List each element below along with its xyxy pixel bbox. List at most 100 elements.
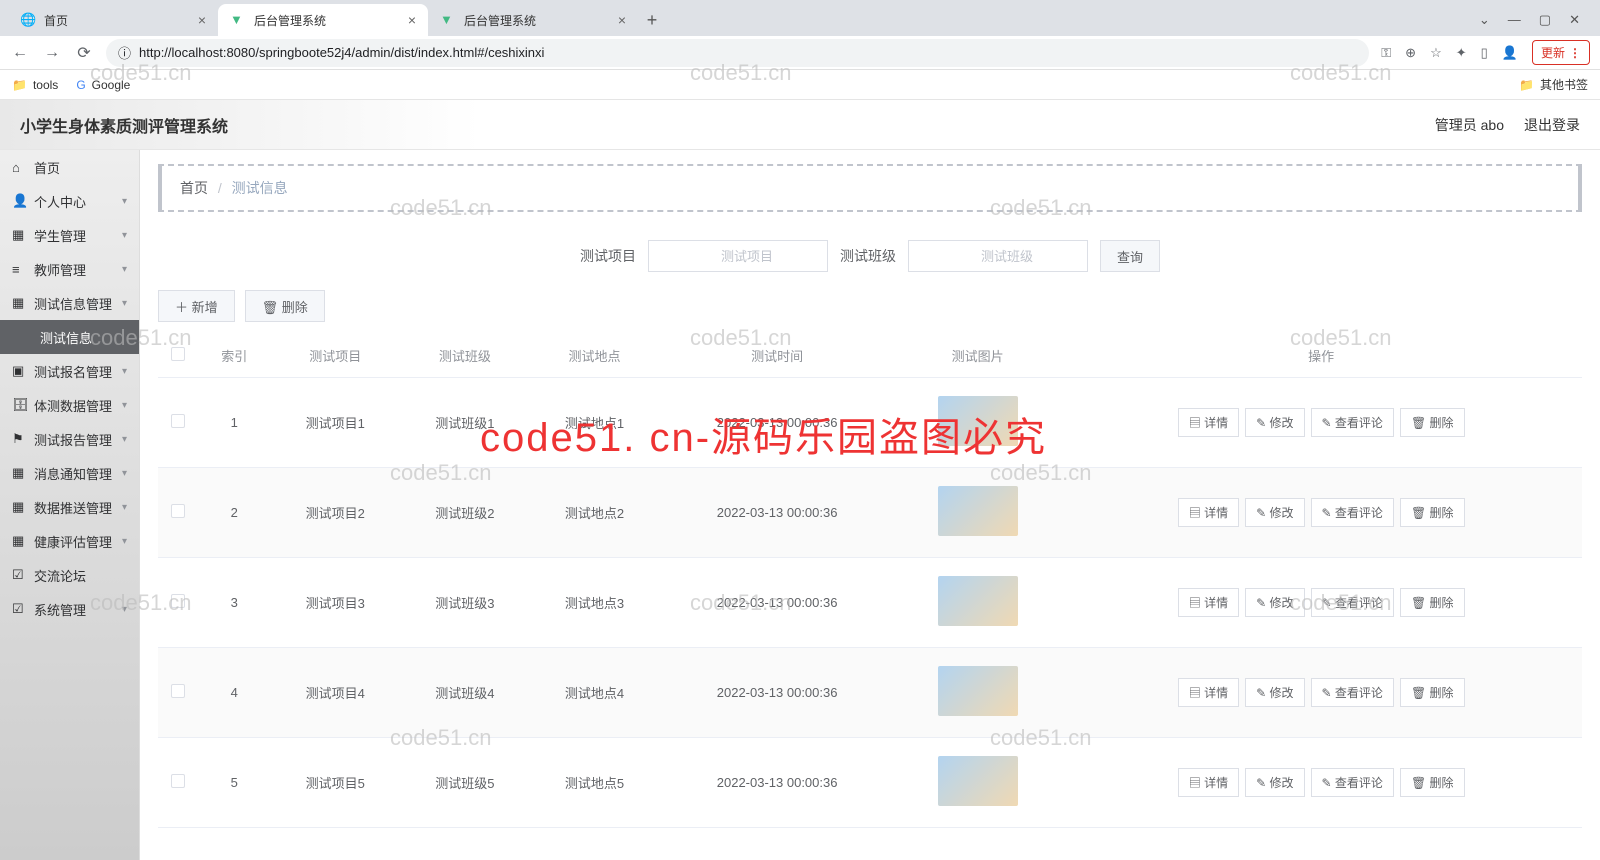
bookmark-other[interactable]: 📁其他书签: [1519, 76, 1588, 93]
sidebar-item[interactable]: ≡教师管理▾: [0, 252, 139, 286]
sidebar-item[interactable]: ▣测试报名管理▾: [0, 354, 139, 388]
checkbox[interactable]: [171, 774, 185, 788]
sidebar-item[interactable]: ▦消息通知管理▾: [0, 456, 139, 490]
row-delete-button[interactable]: 🗑 删除: [1400, 588, 1465, 617]
cell-index: 2: [198, 468, 270, 558]
sidebar-item[interactable]: ▦健康评估管理▾: [0, 524, 139, 558]
sidebar-item-label: 交流论坛: [34, 566, 86, 585]
detail-button[interactable]: ▤ 详情: [1178, 678, 1239, 707]
logout-button[interactable]: 退出登录: [1524, 115, 1580, 135]
search-button[interactable]: 查询: [1100, 240, 1160, 272]
minimize-icon[interactable]: —: [1508, 12, 1521, 28]
table-header: 测试时间: [659, 334, 895, 378]
tab-close-icon[interactable]: ×: [198, 12, 206, 28]
sidebar-item[interactable]: ⌂首页: [0, 150, 139, 184]
edit-button[interactable]: ✎ 修改: [1245, 768, 1304, 797]
url-input[interactable]: ⓘ http://localhost:8080/springboote52j4/…: [106, 39, 1369, 67]
checkbox[interactable]: [171, 414, 185, 428]
panel-icon[interactable]: ▯: [1481, 45, 1488, 61]
sidebar-item[interactable]: 🗄体测数据管理▾: [0, 388, 139, 422]
row-delete-button[interactable]: 🗑 删除: [1400, 768, 1465, 797]
comment-button[interactable]: ✎ 查看评论: [1311, 408, 1394, 437]
comment-button[interactable]: ✎ 查看评论: [1311, 768, 1394, 797]
detail-button[interactable]: ▤ 详情: [1178, 768, 1239, 797]
bookmark-google[interactable]: GGoogle: [76, 78, 130, 92]
chevron-down-icon: ▾: [122, 536, 127, 547]
cell-location: 测试地点3: [530, 558, 660, 648]
detail-button[interactable]: ▤ 详情: [1178, 408, 1239, 437]
search-label-project: 测试项目: [580, 246, 636, 266]
update-button[interactable]: 更新 ⋮: [1532, 40, 1590, 65]
row-delete-button[interactable]: 🗑 删除: [1400, 498, 1465, 527]
add-button[interactable]: ＋ 新增: [158, 290, 235, 322]
row-delete-button[interactable]: 🗑 删除: [1400, 678, 1465, 707]
sidebar-item[interactable]: ☑系统管理▾: [0, 592, 139, 626]
chevron-down-icon: ▾: [122, 264, 127, 275]
tab-close-icon[interactable]: ×: [408, 12, 416, 28]
row-delete-button[interactable]: 🗑 删除: [1400, 408, 1465, 437]
table-row: 2测试项目2测试班级2测试地点22022-03-13 00:00:36▤ 详情✎…: [158, 468, 1582, 558]
info-icon: ⓘ: [118, 43, 131, 62]
search-input-class[interactable]: [908, 240, 1088, 272]
table-row: 4测试项目4测试班级4测试地点42022-03-13 00:00:36▤ 详情✎…: [158, 648, 1582, 738]
star-icon[interactable]: ☆: [1430, 45, 1442, 61]
chevron-down-icon: ▾: [122, 502, 127, 513]
cell-project: 测试项目5: [270, 738, 400, 828]
sidebar-item[interactable]: ☑交流论坛: [0, 558, 139, 592]
cell-time: 2022-03-13 00:00:36: [659, 378, 895, 468]
breadcrumb-home[interactable]: 首页: [180, 180, 208, 196]
browser-tab-active[interactable]: ▼ 后台管理系统 ×: [218, 4, 428, 36]
user-label[interactable]: 管理员 abo: [1435, 115, 1504, 135]
comment-button[interactable]: ✎ 查看评论: [1311, 588, 1394, 617]
toolbar: ＋ 新增 🗑 删除: [158, 290, 1582, 322]
comment-button[interactable]: ✎ 查看评论: [1311, 678, 1394, 707]
profile-icon[interactable]: 👤: [1502, 45, 1518, 61]
checkbox[interactable]: [171, 594, 185, 608]
comment-button[interactable]: ✎ 查看评论: [1311, 498, 1394, 527]
chevron-down-icon: ▾: [122, 604, 127, 615]
cell-location: 测试地点4: [530, 648, 660, 738]
search-input-project[interactable]: [648, 240, 828, 272]
sidebar-item[interactable]: 👤个人中心▾: [0, 184, 139, 218]
new-tab-button[interactable]: +: [638, 10, 666, 31]
browser-tab[interactable]: 🌐 首页 ×: [8, 4, 218, 36]
browser-tab[interactable]: ▼ 后台管理系统 ×: [428, 4, 638, 36]
tab-close-icon[interactable]: ×: [618, 12, 626, 28]
checkbox-all[interactable]: [171, 347, 185, 361]
cell-class: 测试班级1: [400, 378, 530, 468]
checkbox[interactable]: [171, 684, 185, 698]
edit-button[interactable]: ✎ 修改: [1245, 588, 1304, 617]
reload-icon[interactable]: ⟳: [74, 43, 94, 63]
chevron-down-icon: ▾: [122, 468, 127, 479]
edit-button[interactable]: ✎ 修改: [1245, 678, 1304, 707]
sidebar-item[interactable]: ▦测试信息管理▾: [0, 286, 139, 320]
bookmark-tools[interactable]: 📁tools: [12, 78, 58, 92]
extensions-icon[interactable]: ✦: [1456, 45, 1467, 61]
back-icon[interactable]: ←: [10, 44, 30, 62]
checkbox[interactable]: [171, 504, 185, 518]
search-label-class: 测试班级: [840, 246, 896, 266]
key-icon[interactable]: ⚿: [1381, 45, 1391, 61]
detail-button[interactable]: ▤ 详情: [1178, 588, 1239, 617]
edit-button[interactable]: ✎ 修改: [1245, 498, 1304, 527]
chevron-down-icon[interactable]: ⌄: [1479, 12, 1490, 28]
translate-icon[interactable]: ⊕: [1405, 45, 1416, 61]
detail-button[interactable]: ▤ 详情: [1178, 498, 1239, 527]
sidebar-item[interactable]: ⚑测试报告管理▾: [0, 422, 139, 456]
menu-icon: ▦: [12, 533, 26, 549]
forward-icon[interactable]: →: [42, 44, 62, 62]
cell-time: 2022-03-13 00:00:36: [659, 468, 895, 558]
thumbnail-icon: [938, 396, 1018, 446]
maximize-icon[interactable]: ▢: [1539, 12, 1551, 28]
cell-index: 4: [198, 648, 270, 738]
delete-button[interactable]: 🗑 删除: [245, 290, 325, 322]
edit-button[interactable]: ✎ 修改: [1245, 408, 1304, 437]
cell-class: 测试班级2: [400, 468, 530, 558]
sidebar-item[interactable]: ▦数据推送管理▾: [0, 490, 139, 524]
tab-favicon-icon: ▼: [440, 12, 456, 28]
chevron-down-icon: ▾: [122, 434, 127, 445]
sidebar-item[interactable]: 测试信息: [0, 320, 139, 354]
cell-time: 2022-03-13 00:00:36: [659, 738, 895, 828]
sidebar-item[interactable]: ▦学生管理▾: [0, 218, 139, 252]
close-icon[interactable]: ✕: [1569, 12, 1580, 28]
